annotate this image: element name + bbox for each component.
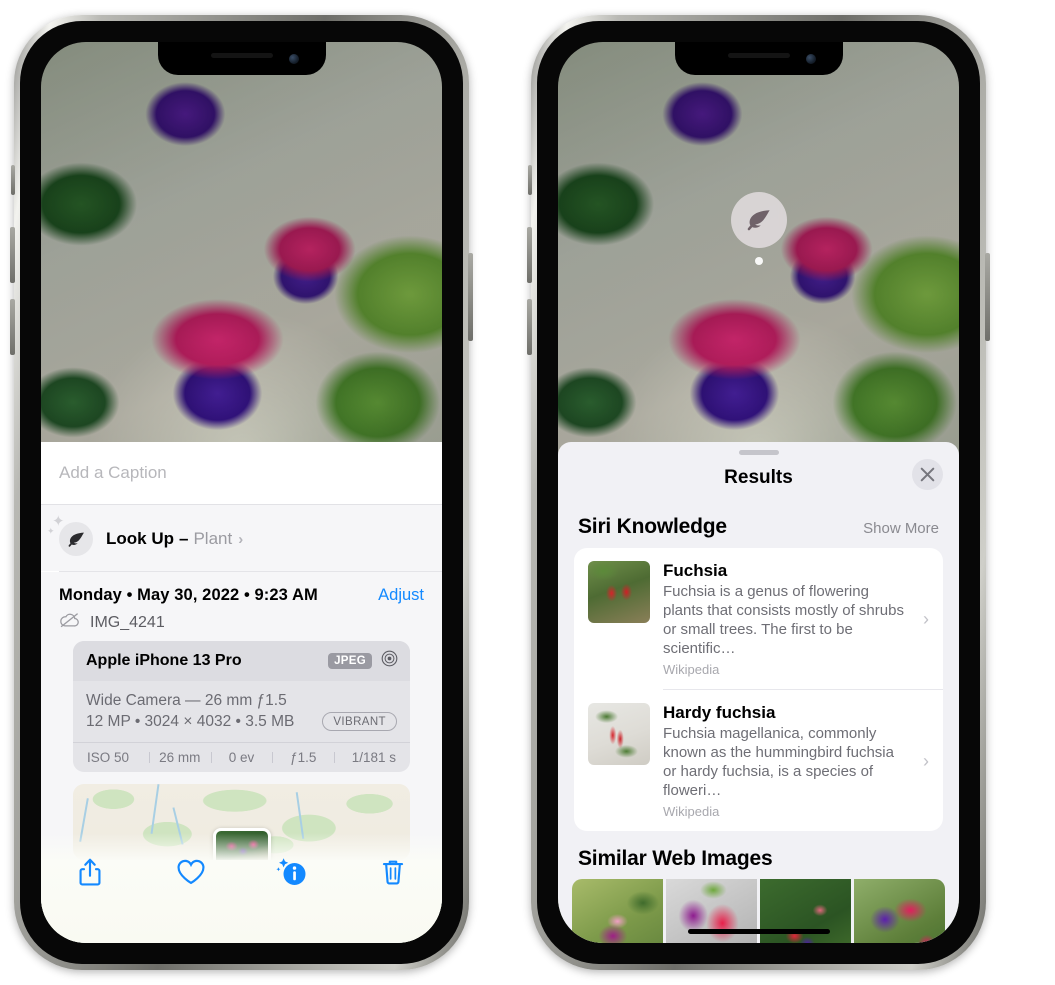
exif-shutter: 1/181 s bbox=[334, 750, 400, 765]
result-thumbnail bbox=[588, 561, 650, 623]
earpiece-speaker bbox=[210, 53, 273, 58]
exif-focal: 26 mm bbox=[148, 750, 211, 765]
share-button[interactable] bbox=[67, 849, 113, 895]
icloud-slash-icon bbox=[59, 612, 81, 633]
list-item[interactable]: Hardy fuchsia Fuchsia magellanica, commo… bbox=[574, 690, 943, 831]
silence-switch[interactable] bbox=[11, 165, 15, 195]
result-source: Wikipedia bbox=[663, 804, 720, 819]
favorite-button[interactable] bbox=[168, 849, 214, 895]
look-up-text: Look Up bbox=[106, 529, 174, 548]
home-indicator[interactable] bbox=[687, 929, 830, 934]
info-button[interactable] bbox=[269, 849, 315, 895]
screenshot-canvas: Add a Caption ✦ ✦ Look Up – Plant › Mond… bbox=[0, 0, 1055, 985]
filename: IMG_4241 bbox=[90, 613, 165, 631]
spec-row: 12 MP • 3024 × 4032 • 3.5 MB VIBRANT bbox=[86, 712, 397, 731]
close-button[interactable] bbox=[912, 459, 943, 490]
caption-field[interactable]: Add a Caption bbox=[41, 442, 442, 504]
photo-metadata: Monday • May 30, 2022 • 9:23 AM Adjust I… bbox=[41, 572, 442, 872]
camera-badges: JPEG bbox=[328, 650, 398, 672]
result-thumbnail bbox=[588, 703, 650, 765]
map-river bbox=[150, 784, 160, 835]
similar-image-tile[interactable] bbox=[854, 879, 945, 943]
result-source: Wikipedia bbox=[663, 662, 720, 677]
volume-up-button[interactable] bbox=[10, 227, 15, 283]
side-power-button[interactable] bbox=[985, 253, 990, 341]
result-text: Fuchsia Fuchsia is a genus of flowering … bbox=[663, 561, 906, 677]
look-up-row[interactable]: ✦ ✦ Look Up – Plant › bbox=[41, 505, 442, 571]
camera-card-header: Apple iPhone 13 Pro JPEG bbox=[73, 641, 410, 681]
front-camera-icon bbox=[288, 54, 299, 64]
similar-image-tile[interactable] bbox=[572, 879, 663, 943]
map-river bbox=[295, 791, 305, 839]
silence-switch[interactable] bbox=[528, 165, 532, 195]
exif-ev: 0 ev bbox=[210, 750, 273, 765]
phone-bezel: Add a Caption ✦ ✦ Look Up – Plant › Mond… bbox=[20, 21, 463, 964]
lens-info: Wide Camera — 26 mm ƒ1.5 bbox=[86, 692, 287, 709]
front-camera-icon bbox=[805, 54, 816, 64]
photographic-style-badge: VIBRANT bbox=[322, 712, 397, 731]
result-text: Hardy fuchsia Fuchsia magellanica, commo… bbox=[663, 703, 906, 819]
result-description: Fuchsia is a genus of flowering plants t… bbox=[663, 583, 904, 657]
look-up-subject: Plant bbox=[193, 529, 233, 548]
chevron-right-icon: › bbox=[923, 608, 929, 629]
result-description: Fuchsia magellanica, commonly known as t… bbox=[663, 725, 894, 799]
results-sheet: Results Siri Knowledge Show More Fuchsia… bbox=[558, 442, 959, 943]
exif-row: ISO 50 26 mm 0 ev ƒ1.5 1/181 s bbox=[73, 742, 410, 772]
photo-info-sheet: Add a Caption ✦ ✦ Look Up – Plant › Mond… bbox=[41, 442, 442, 943]
volume-up-button[interactable] bbox=[527, 227, 532, 283]
result-title: Hardy fuchsia bbox=[663, 703, 776, 722]
leaf-icon bbox=[730, 192, 787, 248]
page-title: Results bbox=[724, 467, 793, 488]
badge-anchor-dot bbox=[754, 257, 763, 265]
screen-left: Add a Caption ✦ ✦ Look Up – Plant › Mond… bbox=[41, 42, 442, 943]
chevron-right-icon: › bbox=[238, 530, 244, 548]
camera-device: Apple iPhone 13 Pro bbox=[86, 652, 242, 669]
caption-placeholder: Add a Caption bbox=[59, 463, 167, 482]
camera-info-card[interactable]: Apple iPhone 13 Pro JPEG Wide Camera — 2… bbox=[73, 641, 410, 772]
similar-images-title: Similar Web Images bbox=[578, 847, 773, 870]
siri-knowledge-header: Siri Knowledge Show More bbox=[558, 501, 959, 548]
notch bbox=[674, 42, 843, 75]
iphone-right: Results Siri Knowledge Show More Fuchsia… bbox=[527, 15, 990, 970]
earpiece-speaker bbox=[727, 53, 790, 58]
metadata-header: Monday • May 30, 2022 • 9:23 AM Adjust bbox=[59, 586, 424, 605]
show-more-button[interactable]: Show More bbox=[863, 520, 939, 537]
exif-iso: ISO 50 bbox=[87, 750, 130, 765]
photo-toolbar bbox=[41, 833, 442, 943]
results-header: Results bbox=[558, 455, 959, 501]
volume-down-button[interactable] bbox=[527, 299, 532, 355]
filename-row: IMG_4241 bbox=[59, 612, 424, 633]
iphone-left: Add a Caption ✦ ✦ Look Up – Plant › Mond… bbox=[10, 15, 473, 970]
list-item[interactable]: Fuchsia Fuchsia is a genus of flowering … bbox=[574, 548, 943, 689]
capture-date: Monday • May 30, 2022 • 9:23 AM bbox=[59, 586, 318, 604]
volume-down-button[interactable] bbox=[10, 299, 15, 355]
adjust-button[interactable]: Adjust bbox=[378, 586, 424, 605]
camera-card-body: Wide Camera — 26 mm ƒ1.5 12 MP • 3024 × … bbox=[73, 681, 410, 742]
aperture-icon bbox=[381, 650, 398, 672]
look-up-dash: – bbox=[179, 529, 189, 548]
side-power-button[interactable] bbox=[468, 253, 473, 341]
sparkle-small-icon: ✦ bbox=[47, 526, 55, 536]
delete-button[interactable] bbox=[370, 849, 416, 895]
look-up-label: Look Up – Plant › bbox=[106, 529, 243, 549]
format-badge: JPEG bbox=[328, 653, 372, 669]
image-specs: 12 MP • 3024 × 4032 • 3.5 MB bbox=[86, 712, 295, 730]
visual-lookup-badge[interactable] bbox=[730, 192, 787, 265]
chevron-right-icon: › bbox=[923, 750, 929, 771]
phone-bezel: Results Siri Knowledge Show More Fuchsia… bbox=[537, 21, 980, 964]
notch bbox=[157, 42, 326, 75]
screen-right: Results Siri Knowledge Show More Fuchsia… bbox=[558, 42, 959, 943]
section-title: Siri Knowledge bbox=[578, 515, 727, 538]
knowledge-card: Fuchsia Fuchsia is a genus of flowering … bbox=[574, 548, 943, 831]
result-title: Fuchsia bbox=[663, 561, 728, 580]
exif-aperture: ƒ1.5 bbox=[272, 750, 334, 765]
